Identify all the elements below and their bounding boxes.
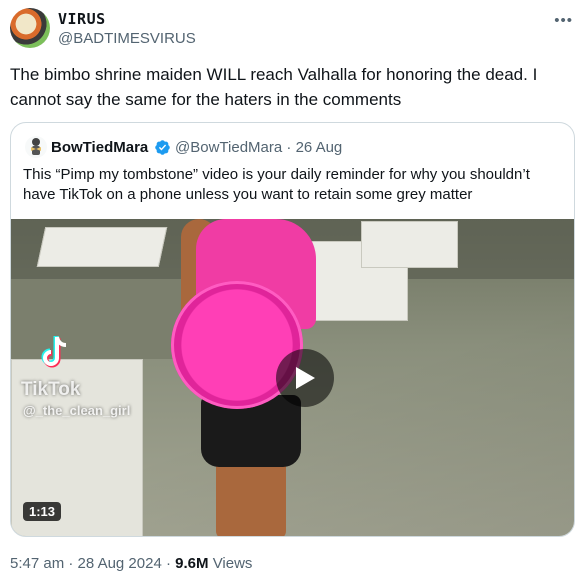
tweet-meta: 5:47 am · 28 Aug 2024 · 9.6M Views xyxy=(10,555,252,572)
views-label: Views xyxy=(212,555,253,572)
play-button[interactable] xyxy=(276,349,334,407)
more-options-icon[interactable]: ••• xyxy=(554,12,573,29)
bowtie-avatar-icon xyxy=(31,138,41,155)
play-icon xyxy=(296,367,315,389)
views-count: 9.6M xyxy=(175,555,209,572)
author-handle[interactable]: @BADTIMESVIRUS xyxy=(58,30,196,47)
meta-separator: · xyxy=(286,139,292,156)
quote-date: 26 Aug xyxy=(295,139,343,156)
quote-author-avatar[interactable] xyxy=(25,136,47,158)
tweet-date[interactable]: 28 Aug 2024 xyxy=(78,555,162,572)
quoted-tweet-card[interactable]: BowTiedMara @BowTiedMara · 26 Aug This “… xyxy=(10,122,575,537)
author-avatar[interactable] xyxy=(10,8,50,48)
tiktok-watermark-brand: TikTok xyxy=(21,379,81,400)
tombstone-slab xyxy=(361,221,458,268)
quote-author-name[interactable]: BowTiedMara xyxy=(51,139,148,156)
tiktok-watermark-user: @_the_clean_girl xyxy=(23,403,131,418)
quote-text: This “Pimp my tombstone” video is your d… xyxy=(23,166,530,203)
video-duration: 1:13 xyxy=(23,502,62,521)
quote-author-handle: @BowTiedMara xyxy=(175,139,283,156)
tweet-text: The bimbo shrine maiden WILL reach Valha… xyxy=(10,65,538,109)
tiktok-logo-icon xyxy=(41,336,67,368)
author-display-name[interactable]: VIRUS xyxy=(58,10,106,28)
quote-author-meta[interactable]: @BowTiedMara · 26 Aug xyxy=(175,139,342,156)
meta-separator: · xyxy=(68,555,74,572)
person-legs xyxy=(216,459,286,536)
tweet-time[interactable]: 5:47 am xyxy=(10,555,64,572)
meta-separator: · xyxy=(165,555,171,572)
verified-badge-icon xyxy=(155,140,170,155)
video-media[interactable]: TikTok @_the_clean_girl 1:13 xyxy=(11,219,574,536)
tombstone-slab xyxy=(36,227,168,267)
